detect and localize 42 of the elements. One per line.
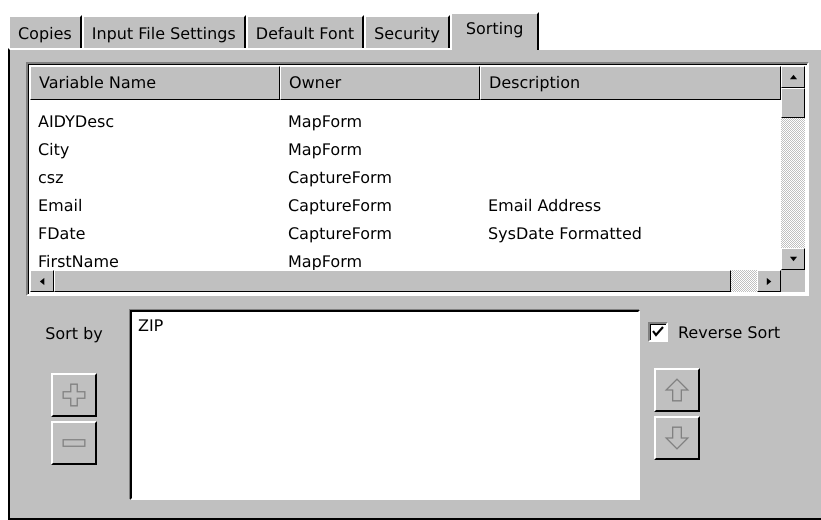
- check-icon: [652, 326, 664, 338]
- table-cell-text: FirstName: [37, 251, 120, 270]
- left-arrow-icon: [38, 276, 46, 286]
- tab[interactable]: Default Font: [246, 15, 364, 48]
- column-header[interactable]: Description: [480, 66, 781, 100]
- sort-by-label: Sort by: [45, 324, 103, 343]
- sort-by-list[interactable]: ZIP: [130, 310, 640, 500]
- table-cell-text: MapForm: [287, 251, 364, 270]
- arrow-up-icon: [664, 377, 690, 403]
- scroll-right-button[interactable]: [757, 270, 781, 292]
- table-cell-text: FDate: [37, 223, 86, 245]
- table-cell-text: SysDate Formatted: [487, 223, 643, 245]
- vertical-scrollbar[interactable]: [781, 66, 805, 270]
- tab[interactable]: Security: [364, 15, 450, 48]
- table-cell-text: Email Address: [487, 195, 602, 217]
- tab[interactable]: Copies: [8, 15, 82, 48]
- tab[interactable]: Input File Settings: [82, 15, 246, 48]
- arrow-down-icon: [664, 425, 690, 451]
- reverse-sort-checkbox[interactable]: [648, 322, 668, 342]
- down-arrow-icon: [788, 254, 798, 264]
- table-cell-text: csz: [37, 167, 65, 189]
- table-cell-text: Email: [37, 195, 84, 217]
- scroll-left-button[interactable]: [30, 270, 54, 292]
- up-arrow-icon: [788, 72, 798, 82]
- table-cell-text: MapForm: [287, 139, 364, 161]
- table-cell-text: AIDYDesc: [37, 111, 116, 133]
- reverse-sort-label: Reverse Sort: [678, 322, 780, 342]
- table-cell-text: City: [37, 139, 70, 161]
- scroll-down-button[interactable]: [781, 248, 805, 270]
- tab[interactable]: Sorting: [450, 12, 540, 50]
- scrollbar-corner: [781, 270, 805, 292]
- table-cell-text: CaptureForm: [287, 195, 393, 217]
- plus-icon: [61, 382, 87, 408]
- table-cell-text: MapForm: [287, 111, 364, 133]
- table-cell-text: CaptureForm: [287, 223, 393, 245]
- scroll-up-button[interactable]: [781, 66, 805, 88]
- table-cell-text: CaptureForm: [287, 167, 393, 189]
- list-item[interactable]: ZIP: [138, 316, 632, 335]
- scroll-thumb[interactable]: [781, 88, 805, 118]
- right-arrow-icon: [764, 276, 774, 286]
- column-header[interactable]: Variable Name: [30, 66, 280, 100]
- column-header[interactable]: Owner: [280, 66, 480, 100]
